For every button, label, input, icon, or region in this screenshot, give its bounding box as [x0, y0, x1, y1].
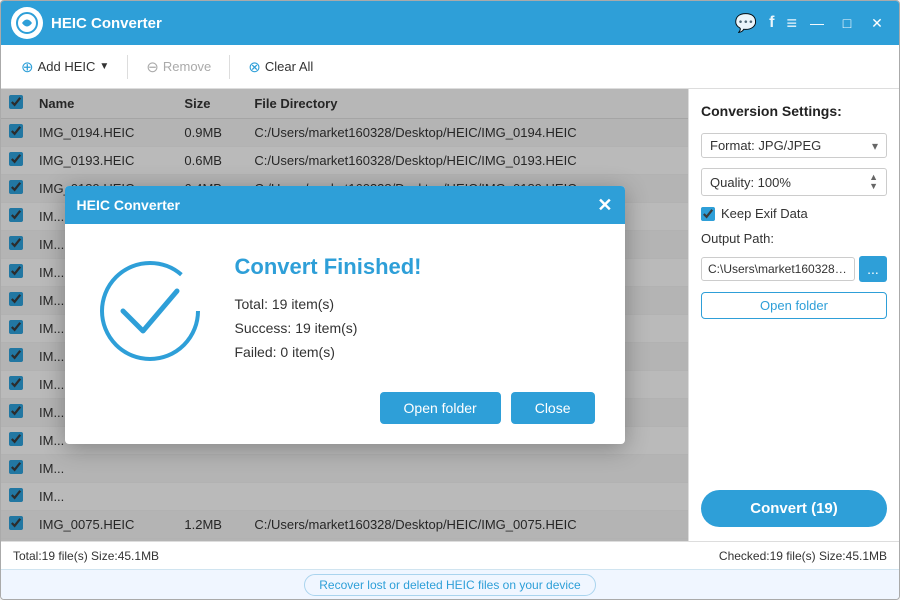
status-bar: Total:19 file(s) Size:45.1MB Checked:19 … [1, 541, 899, 569]
open-folder-right-button[interactable]: Open folder [701, 292, 887, 319]
modal-heading: Convert Finished! [235, 254, 595, 280]
title-bar: HEIC Converter 💬 f ≡ — □ ✕ [1, 1, 899, 45]
toolbar: ⊕ Add HEIC ▼ ⊖ Remove ⊗ Clear All [1, 45, 899, 89]
add-icon: ⊕ [21, 58, 34, 76]
minimize-button[interactable]: — [805, 11, 829, 35]
toolbar-separator-1 [127, 55, 128, 79]
modal-overlay: HEIC Converter ✕ Convert Finished! Total… [1, 89, 688, 541]
output-label: Output Path: [701, 231, 887, 246]
modal-footer: Open folder Close [65, 392, 625, 444]
add-heic-button[interactable]: ⊕ Add HEIC ▼ [11, 53, 119, 81]
modal-open-folder-button[interactable]: Open folder [380, 392, 501, 424]
exif-label: Keep Exif Data [721, 206, 808, 221]
output-path-browse-button[interactable]: ... [859, 256, 887, 282]
output-path-box: C:\Users\market160328\Docu [701, 257, 855, 281]
toolbar-separator-2 [229, 55, 230, 79]
output-path-row: C:\Users\market160328\Docu ... [701, 256, 887, 282]
remove-button[interactable]: ⊖ Remove [136, 53, 221, 81]
modal-total: Total: 19 item(s) [235, 296, 595, 312]
file-list-area: Name Size File Directory IMG_0194.HEIC 0… [1, 89, 689, 541]
format-dropdown-icon: ▾ [872, 139, 878, 153]
clear-icon: ⊗ [248, 58, 261, 76]
settings-title: Conversion Settings: [701, 103, 887, 119]
status-right: Checked:19 file(s) Size:45.1MB [719, 549, 887, 563]
chat-icon[interactable]: 💬 [735, 13, 757, 34]
format-label: Format: JPG/JPEG [710, 138, 821, 153]
convert-button[interactable]: Convert (19) [701, 490, 887, 527]
modal-info: Convert Finished! Total: 19 item(s) Succ… [235, 254, 595, 368]
facebook-icon[interactable]: f [769, 14, 774, 32]
recovery-bar: Recover lost or deleted HEIC files on yo… [1, 569, 899, 599]
window-controls: — □ ✕ [805, 11, 889, 35]
convert-finished-modal: HEIC Converter ✕ Convert Finished! Total… [65, 186, 625, 444]
menu-icon[interactable]: ≡ [786, 13, 797, 34]
quality-arrows[interactable]: ▲ ▼ [869, 173, 878, 191]
success-icon [95, 256, 205, 366]
app-logo [11, 7, 43, 39]
right-panel: Conversion Settings: Format: JPG/JPEG ▾ … [689, 89, 899, 541]
title-bar-actions: 💬 f ≡ [735, 13, 797, 34]
clear-all-button[interactable]: ⊗ Clear All [238, 53, 323, 81]
modal-close-icon[interactable]: ✕ [597, 196, 612, 214]
modal-body: Convert Finished! Total: 19 item(s) Succ… [65, 224, 625, 392]
quality-selector[interactable]: Quality: 100% ▲ ▼ [701, 168, 887, 196]
app-window: HEIC Converter 💬 f ≡ — □ ✕ ⊕ Add HEIC ▼ … [0, 0, 900, 600]
modal-close-button[interactable]: Close [511, 392, 595, 424]
quality-down-arrow[interactable]: ▼ [869, 182, 878, 191]
remove-icon: ⊖ [146, 58, 159, 76]
modal-title-bar: HEIC Converter ✕ [65, 186, 625, 224]
status-left: Total:19 file(s) Size:45.1MB [13, 549, 159, 563]
maximize-button[interactable]: □ [835, 11, 859, 35]
exif-row: Keep Exif Data [701, 206, 887, 221]
modal-success: Success: 19 item(s) [235, 320, 595, 336]
app-title: HEIC Converter [51, 15, 735, 32]
modal-title: HEIC Converter [77, 197, 180, 213]
recovery-link[interactable]: Recover lost or deleted HEIC files on yo… [304, 574, 595, 596]
modal-failed: Failed: 0 item(s) [235, 344, 595, 360]
main-content: Name Size File Directory IMG_0194.HEIC 0… [1, 89, 899, 541]
exif-checkbox[interactable] [701, 207, 715, 221]
quality-label: Quality: 100% [710, 175, 791, 190]
logo-icon [16, 12, 38, 34]
dropdown-arrow-icon: ▼ [99, 61, 109, 72]
format-selector[interactable]: Format: JPG/JPEG ▾ [701, 133, 887, 158]
close-button[interactable]: ✕ [865, 11, 889, 35]
